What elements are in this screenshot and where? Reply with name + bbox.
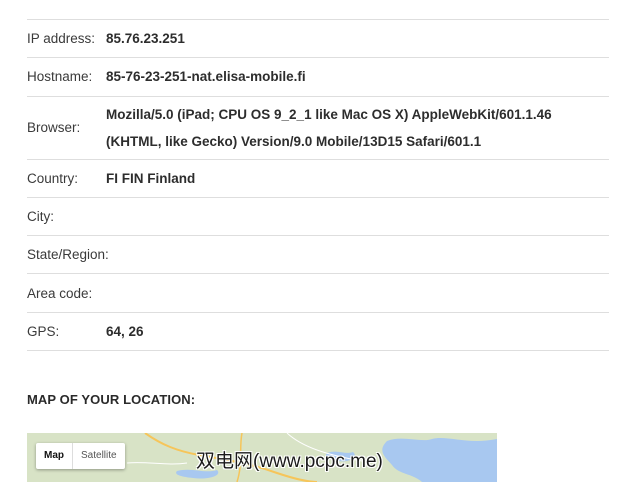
map-type-toggle: Map Satellite [36,443,125,469]
ip-address-value: 85.76.23.251 [106,31,185,47]
city-row: City: [27,198,609,237]
ip-address-row: IP address: 85.76.23.251 [27,20,609,59]
hostname-label: Hostname: [27,69,93,85]
country-label: Country: [27,170,79,186]
hostname-value: 85-76-23-251-nat.elisa-mobile.fi [106,69,306,85]
browser-value: Mozilla/5.0 (iPad; CPU OS 9_2_1 like Mac… [106,106,552,149]
state-region-label: State/Region: [27,247,109,263]
watermark: 双电网(www.pcpc.me) [196,451,383,472]
hostname-row: Hostname: 85-76-23-251-nat.elisa-mobile.… [27,58,609,97]
area-code-label: Area code: [27,285,93,301]
state-region-row: State/Region: [27,236,609,275]
map-section-title: MAP OF YOUR LOCATION: [27,392,196,407]
country-value: FI FIN Finland [106,170,196,186]
browser-row: Browser: Mozilla/5.0 (iPad; CPU OS 9_2_1… [27,97,609,160]
satellite-view-button[interactable]: Satellite [73,443,125,469]
gps-value: 64, 26 [106,323,144,339]
map-view-button[interactable]: Map [36,443,73,469]
city-label: City: [27,209,54,225]
ip-info-table: IP address: 85.76.23.251 Hostname: 85-76… [27,19,609,352]
gps-row: GPS: 64, 26 [27,313,609,352]
country-row: Country: FI FIN Finland [27,160,609,198]
gps-label: GPS: [27,323,60,339]
ip-address-label: IP address: [27,31,96,47]
area-code-row: Area code: [27,274,609,313]
browser-label: Browser: [27,120,81,136]
